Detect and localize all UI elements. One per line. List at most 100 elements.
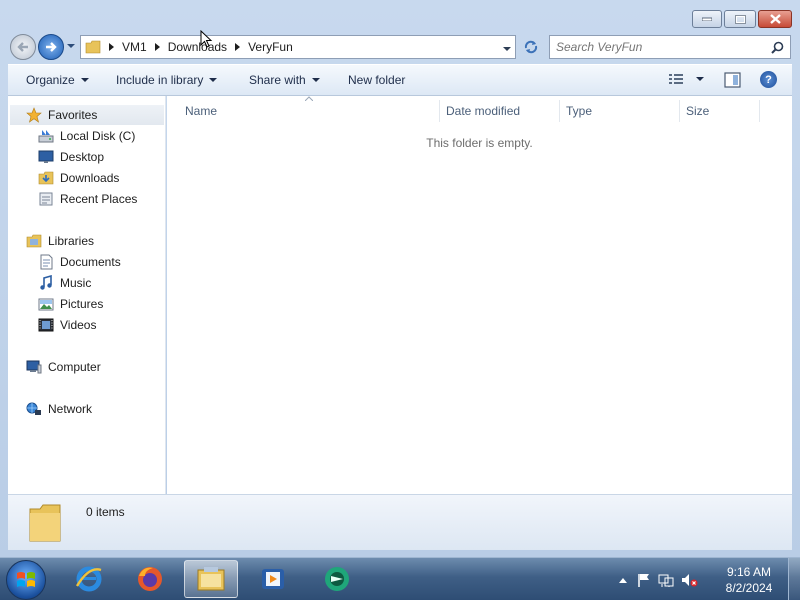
show-desktop-button[interactable] [788, 558, 800, 600]
details-view-icon [669, 74, 683, 84]
breadcrumb-downloads[interactable]: Downloads [168, 40, 227, 54]
libraries-icon [26, 234, 42, 248]
sidebar-item-label: Desktop [60, 150, 105, 164]
column-header-name[interactable]: Name [179, 100, 440, 122]
network-status-icon[interactable] [658, 572, 674, 588]
star-icon [26, 107, 42, 123]
close-icon [769, 14, 781, 24]
recent-pages-dropdown[interactable] [66, 40, 76, 52]
sidebar-item-label: Favorites [48, 108, 98, 122]
sidebar-item-libraries[interactable]: Libraries [26, 231, 94, 251]
sort-arrow-icon [305, 96, 313, 101]
column-header-label: Type [566, 104, 593, 118]
sidebar-item-label: Videos [60, 318, 97, 332]
change-view-button[interactable] [668, 73, 704, 85]
clock-time: 9:16 AM [726, 565, 772, 579]
folder-icon [29, 504, 61, 542]
chevron-down-icon [80, 78, 89, 82]
sidebar-item-local-disk[interactable]: Local Disk (C) [38, 126, 135, 146]
help-button[interactable]: ? [760, 71, 777, 88]
taskbar-internet-explorer[interactable] [62, 560, 116, 598]
breadcrumb-vm1[interactable]: VM1 [122, 40, 147, 54]
minimize-icon [702, 17, 712, 21]
new-folder-button[interactable]: New folder [348, 73, 405, 87]
network-icon [26, 402, 41, 415]
music-icon [40, 275, 52, 290]
taskbar-media-player[interactable] [246, 560, 300, 598]
help-icon: ? [765, 73, 772, 86]
firefox-icon [138, 567, 162, 591]
address-dropdown[interactable] [502, 42, 512, 52]
refresh-button[interactable] [518, 35, 544, 59]
computer-icon [26, 360, 42, 374]
chevron-down-icon [503, 47, 511, 51]
organize-button[interactable]: Organize [26, 73, 89, 87]
new-folder-label: New folder [348, 73, 406, 87]
column-header-date-modified[interactable]: Date modified [440, 100, 560, 122]
sidebar-item-videos[interactable]: Videos [38, 315, 96, 335]
command-bar: Organize Include in library Share with N… [8, 64, 792, 96]
file-explorer-icon [197, 567, 225, 591]
forward-arrow-icon [46, 42, 57, 52]
clock-date: 8/2/2024 [725, 581, 773, 595]
navigation-pane: Favorites Local Disk (C) Desktop Downloa… [8, 96, 166, 494]
breadcrumb-arrow[interactable] [235, 43, 241, 51]
system-clock[interactable]: 9:16 AM 8/2/2024 [718, 564, 780, 596]
organize-label: Organize [26, 73, 75, 87]
breadcrumb-arrow[interactable] [154, 43, 160, 51]
column-header-type[interactable]: Type [560, 100, 680, 122]
sidebar-item-computer[interactable]: Computer [26, 357, 101, 377]
title-bar[interactable] [0, 0, 800, 32]
share-with-button[interactable]: Share with [249, 73, 320, 87]
recent-places-icon [39, 192, 53, 206]
close-button[interactable] [758, 10, 792, 28]
sidebar-item-downloads[interactable]: Downloads [38, 168, 119, 188]
sidebar-item-label: Network [48, 402, 93, 416]
pictures-icon [38, 298, 54, 311]
search-input[interactable] [556, 39, 766, 55]
taskbar-green-app[interactable] [310, 560, 364, 598]
sidebar-item-desktop[interactable]: Desktop [38, 147, 104, 167]
back-arrow-icon [17, 42, 28, 52]
address-bar[interactable]: VM1 Downloads VeryFun [80, 35, 516, 59]
preview-pane-button[interactable] [724, 72, 741, 91]
search-icon[interactable] [771, 41, 784, 57]
sidebar-item-documents[interactable]: Documents [38, 252, 121, 272]
sidebar-item-music[interactable]: Music [38, 273, 91, 293]
sidebar-item-recent-places[interactable]: Recent Places [38, 189, 137, 209]
breadcrumb-veryfun[interactable]: VeryFun [248, 40, 293, 54]
drive-icon [38, 130, 54, 143]
column-header-label: Name [185, 104, 218, 118]
file-list[interactable]: Name Date modified Type Size This folder… [167, 96, 792, 494]
back-button[interactable] [10, 34, 36, 60]
include-in-library-button[interactable]: Include in library [116, 73, 218, 87]
taskbar-file-explorer[interactable] [184, 560, 238, 598]
action-center-flag-icon[interactable] [636, 572, 652, 588]
sidebar-item-favorites[interactable]: Favorites [10, 105, 164, 125]
refresh-icon [524, 40, 538, 54]
show-hidden-icons-icon[interactable] [618, 576, 628, 584]
maximize-icon [734, 14, 746, 24]
internet-explorer-icon [75, 566, 102, 592]
sidebar-item-network[interactable]: Network [26, 399, 92, 419]
column-header-size[interactable]: Size [680, 100, 760, 122]
sidebar-item-label: Pictures [60, 297, 104, 311]
forward-button[interactable] [38, 34, 64, 60]
desktop-icon [38, 150, 54, 163]
navigation-bar: VM1 Downloads VeryFun [0, 32, 800, 62]
taskbar-firefox[interactable] [123, 560, 177, 598]
sidebar-item-label: Recent Places [60, 192, 138, 206]
sidebar-item-pictures[interactable]: Pictures [38, 294, 103, 314]
item-count: 0 items [86, 505, 125, 519]
breadcrumb-arrow[interactable] [109, 43, 114, 51]
explorer-window: VM1 Downloads VeryFun Organize [0, 0, 800, 557]
chevron-down-icon [209, 78, 218, 82]
chevron-down-icon[interactable] [696, 77, 704, 81]
sidebar-item-label: Downloads [60, 171, 120, 185]
search-box[interactable] [549, 35, 791, 59]
start-button[interactable] [6, 560, 46, 600]
minimize-button[interactable] [692, 10, 722, 28]
maximize-button[interactable] [724, 10, 756, 28]
chevron-down-icon [67, 44, 75, 48]
volume-muted-icon[interactable] [680, 572, 698, 588]
